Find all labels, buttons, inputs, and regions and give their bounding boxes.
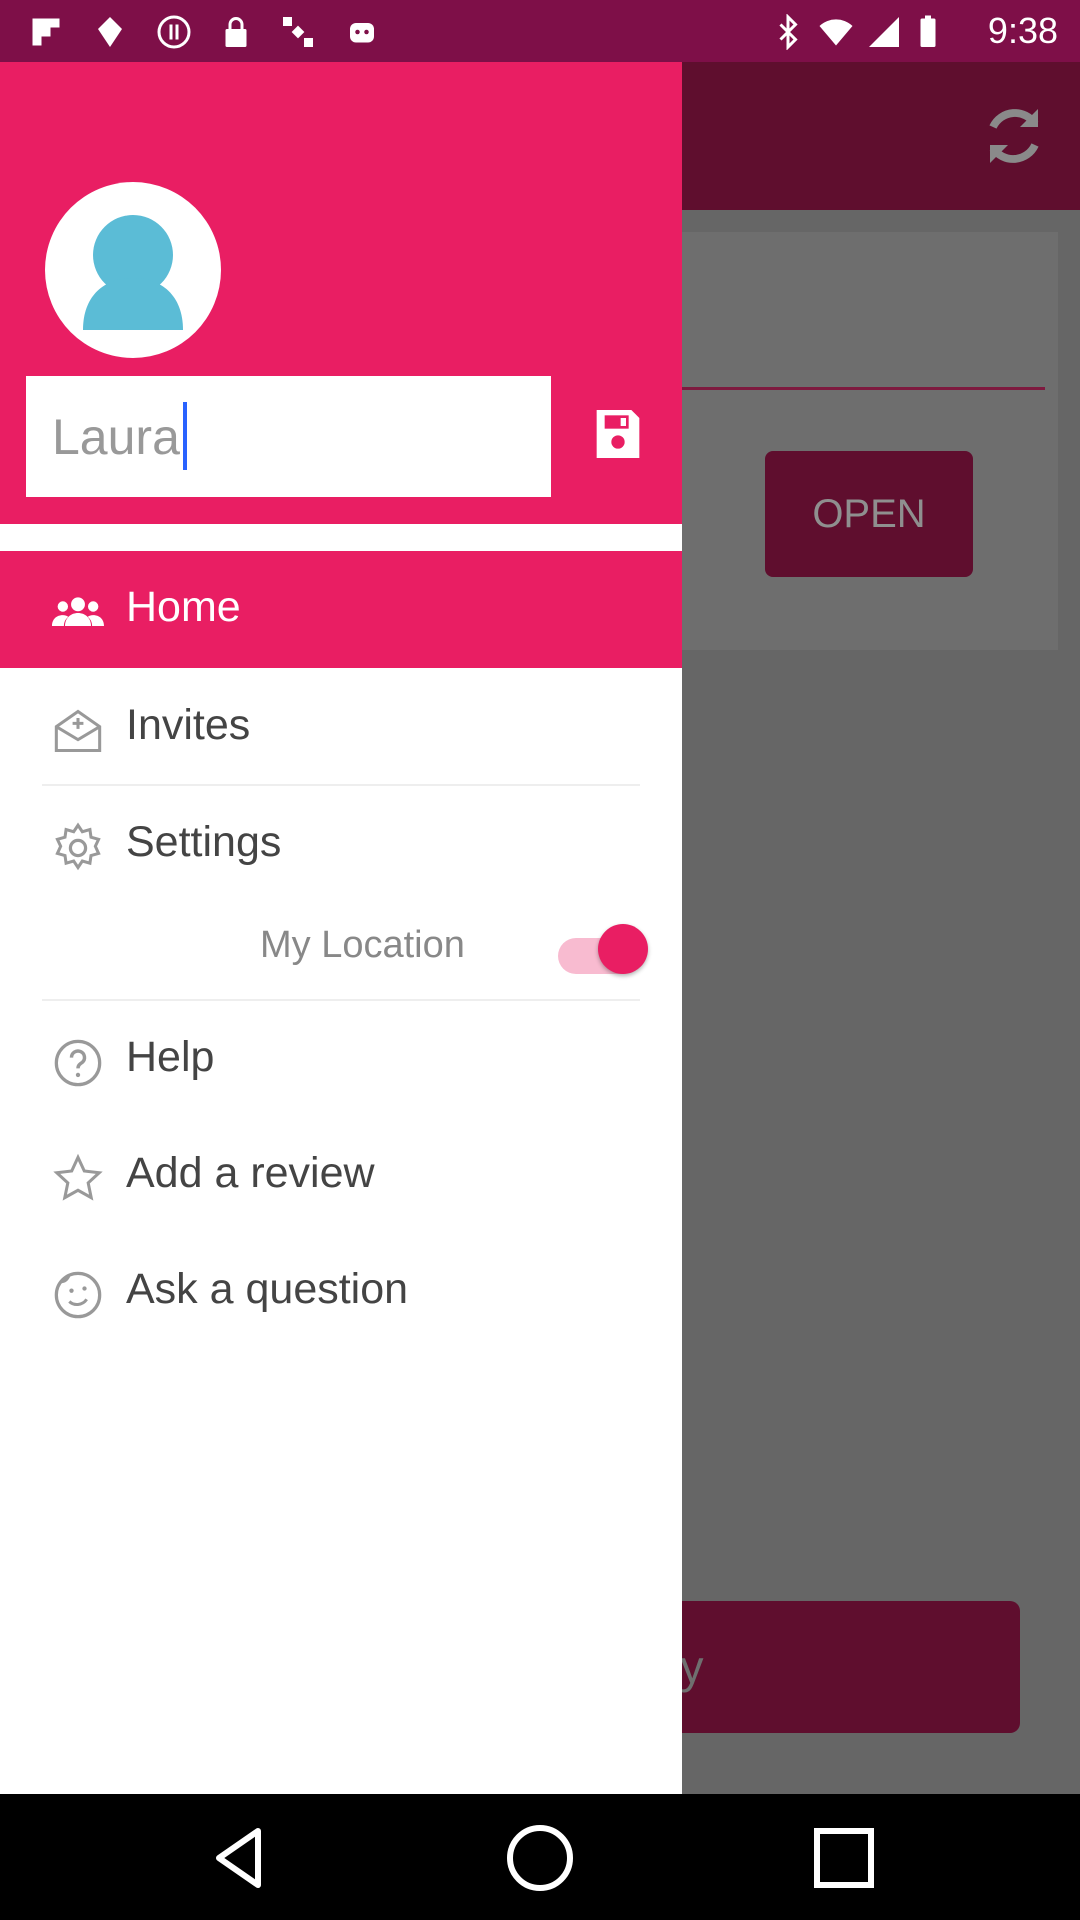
mail-open-icon xyxy=(54,709,102,753)
back-icon[interactable] xyxy=(204,1822,276,1894)
wifi-icon xyxy=(819,19,853,46)
home-icon[interactable] xyxy=(504,1822,576,1894)
background-input-underline xyxy=(665,387,1045,390)
menu-label-ask-question: Ask a question xyxy=(126,1265,409,1313)
media-pause-icon xyxy=(157,15,191,49)
menu-label-invites: Invites xyxy=(126,701,251,749)
bluetooth-icon xyxy=(779,14,798,50)
system-navigation-bar xyxy=(0,1794,1080,1920)
menu-label-settings: Settings xyxy=(126,818,282,866)
menu-item-help[interactable]: Help xyxy=(0,1001,682,1117)
text-cursor xyxy=(183,402,187,470)
background-card xyxy=(665,232,1058,650)
bottom-action-button: ily xyxy=(640,1601,1020,1733)
menu-label-add-review: Add a review xyxy=(126,1149,375,1197)
navigation-drawer: Home Invites Settings My Location Help xyxy=(0,62,682,1794)
person-icon xyxy=(83,215,183,330)
my-location-label: My Location xyxy=(260,924,465,966)
star-icon xyxy=(53,1153,103,1201)
satellite-icon xyxy=(283,17,313,47)
menu-item-invites[interactable]: Invites xyxy=(0,669,682,785)
avatar[interactable] xyxy=(45,182,221,358)
lock-icon xyxy=(225,17,247,47)
gear-icon xyxy=(55,822,101,871)
group-icon xyxy=(52,597,104,626)
android-icon xyxy=(350,23,374,43)
face-icon xyxy=(54,1271,102,1319)
open-button: OPEN xyxy=(765,451,973,577)
menu-item-add-review[interactable]: Add a review xyxy=(0,1117,682,1233)
drawer-header xyxy=(0,62,682,524)
maps-icon xyxy=(98,17,122,47)
my-location-toggle-thumb[interactable] xyxy=(598,924,648,974)
battery-icon xyxy=(920,15,936,47)
save-icon[interactable] xyxy=(586,402,650,466)
menu-item-ask-question[interactable]: Ask a question xyxy=(0,1233,682,1349)
clock: 9:38 xyxy=(987,10,1058,51)
flipboard-icon xyxy=(32,18,60,46)
status-bar: 9:38 xyxy=(0,0,1080,62)
refresh-icon[interactable] xyxy=(978,100,1050,172)
menu-item-settings[interactable]: Settings xyxy=(0,786,682,902)
help-icon xyxy=(54,1039,102,1087)
signal-icon xyxy=(869,17,899,47)
menu-label-help: Help xyxy=(126,1033,215,1081)
name-input[interactable] xyxy=(26,376,551,497)
recents-icon[interactable] xyxy=(808,1822,880,1894)
menu-item-home[interactable]: Home xyxy=(0,551,682,668)
menu-label-home: Home xyxy=(126,583,241,631)
